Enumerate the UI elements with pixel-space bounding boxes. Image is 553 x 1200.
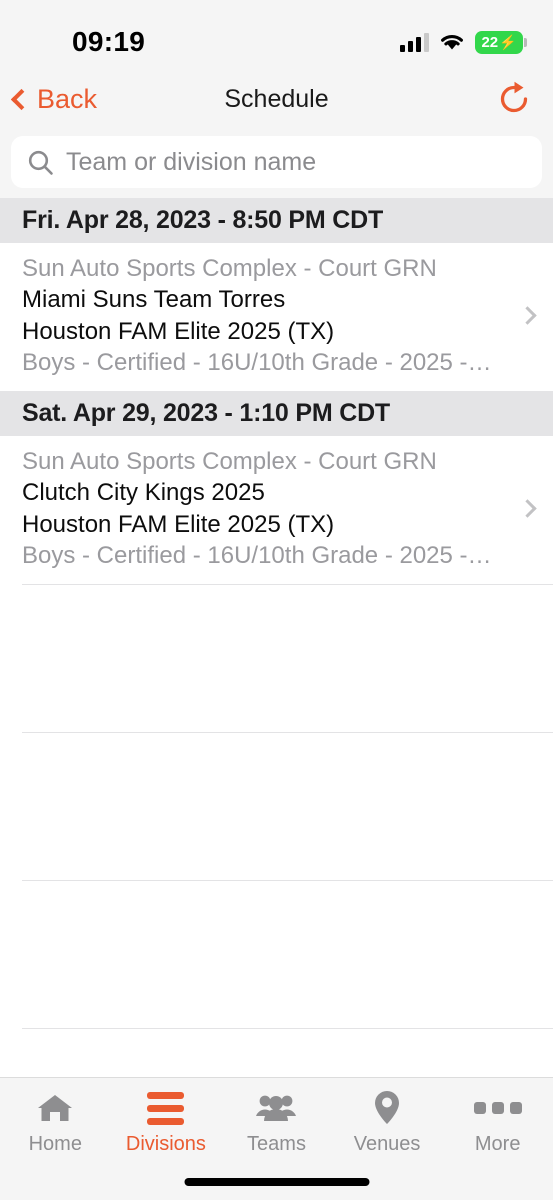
tab-divisions[interactable]: Divisions — [111, 1090, 222, 1156]
chevron-left-icon — [10, 88, 33, 110]
battery-icon: 22 ⚡ — [475, 30, 527, 54]
navigation-bar: Back Schedule — [0, 68, 553, 130]
back-button-label: Back — [37, 83, 98, 114]
game-row[interactable]: Sun Auto Sports Complex - Court GRN Clut… — [0, 435, 553, 584]
disclosure-chevron-icon — [501, 306, 553, 326]
battery-percent: 22 — [481, 33, 499, 51]
home-indicator — [184, 1178, 369, 1186]
empty-list-row — [0, 880, 553, 1028]
ellipsis-icon — [473, 1090, 522, 1126]
refresh-button[interactable] — [495, 80, 553, 118]
game-venue: Sun Auto Sports Complex - Court GRN — [22, 255, 437, 282]
game-division: Boys - Certified - 16U/10th Grade - 2025… — [22, 349, 492, 377]
game-division: Boys - Certified - 16U/10th Grade - 2025… — [22, 542, 492, 570]
refresh-icon — [500, 81, 528, 113]
search-field[interactable]: Team or division name — [11, 136, 542, 188]
status-indicators: 22 ⚡ — [400, 30, 527, 54]
tab-venues-label: Venues — [353, 1133, 421, 1155]
people-icon — [255, 1090, 297, 1126]
tab-more[interactable]: More — [442, 1090, 553, 1156]
search-input[interactable]: Team or division name — [66, 148, 316, 177]
search-icon — [28, 150, 53, 175]
list-separator — [22, 1027, 553, 1029]
house-icon — [36, 1090, 74, 1126]
tab-divisions-label: Divisions — [125, 1133, 206, 1155]
status-bar: 09:19 22 ⚡ — [0, 0, 553, 68]
game-team-home: Miami Suns Team Torres — [22, 286, 286, 314]
status-time: 09:19 — [72, 26, 146, 57]
tab-teams-label: Teams — [247, 1133, 306, 1155]
app-screen: 09:19 22 ⚡ Back Schedule Team or divisio… — [0, 0, 553, 1200]
divisions-icon — [147, 1090, 185, 1126]
schedule-list: Fri. Apr 28, 2023 - 8:50 PM CDT Sun Auto… — [0, 198, 553, 1077]
wifi-icon — [441, 35, 463, 50]
game-venue: Sun Auto Sports Complex - Court GRN — [22, 447, 437, 475]
section-header: Fri. Apr 28, 2023 - 8:50 PM CDT — [0, 198, 553, 243]
game-row[interactable]: Sun Auto Sports Complex - Court GRN Miam… — [0, 243, 553, 391]
map-pin-icon — [373, 1090, 401, 1126]
tab-more-label: More — [474, 1133, 521, 1155]
charging-bolt-icon: ⚡ — [499, 34, 517, 50]
tab-venues[interactable]: Venues — [332, 1090, 443, 1156]
game-team-away: Houston FAM Elite 2025 (TX) — [22, 510, 335, 538]
empty-list-row — [0, 584, 553, 732]
game-team-away: Houston FAM Elite 2025 (TX) — [22, 317, 335, 345]
game-team-home: Clutch City Kings 2025 — [22, 479, 265, 507]
back-button[interactable]: Back — [0, 84, 97, 115]
cellular-signal-icon — [400, 32, 429, 52]
search-bar-container: Team or division name — [0, 130, 553, 198]
game-details: Sun Auto Sports Complex - Court GRN Miam… — [22, 253, 501, 379]
tab-home-label: Home — [28, 1133, 82, 1155]
section-header: Sat. Apr 29, 2023 - 1:10 PM CDT — [0, 390, 553, 436]
tab-home[interactable]: Home — [0, 1090, 111, 1156]
tab-teams[interactable]: Teams — [221, 1090, 332, 1156]
empty-list-row — [0, 732, 553, 880]
disclosure-chevron-icon — [501, 499, 553, 518]
game-details: Sun Auto Sports Complex - Court GRN Clut… — [22, 446, 501, 572]
